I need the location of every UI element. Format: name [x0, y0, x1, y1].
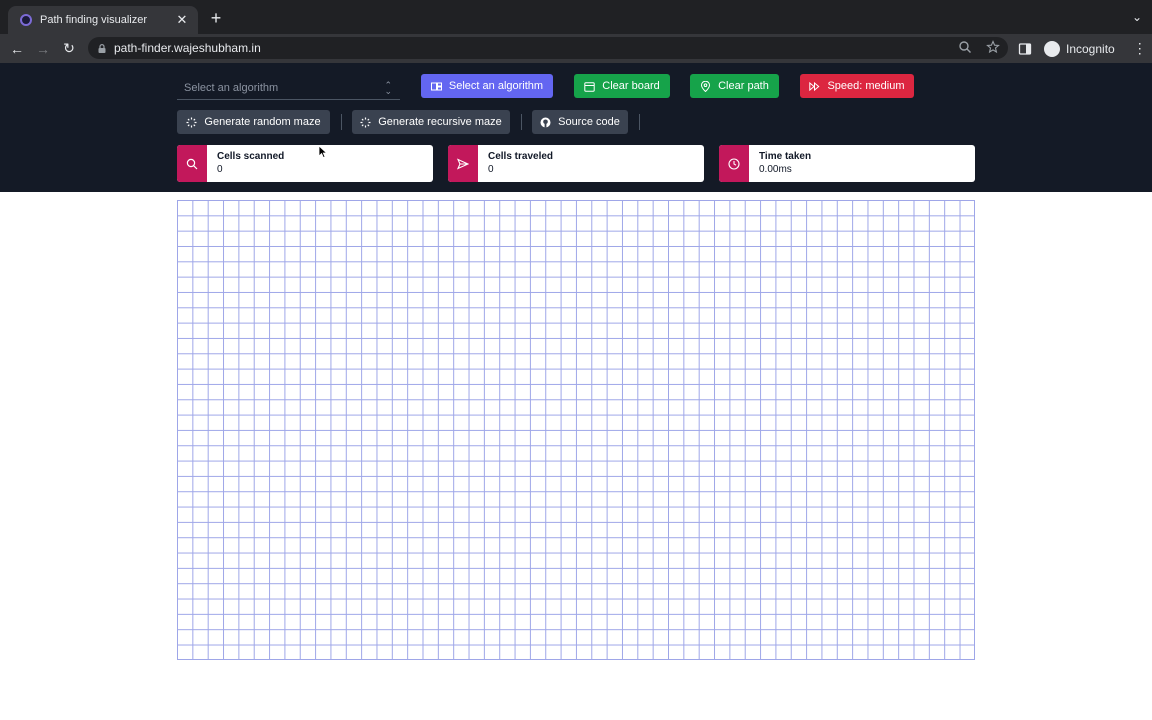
visualize-button-label: Select an algorithm: [448, 80, 544, 92]
tab-title: Path finding visualizer: [40, 14, 148, 26]
generate-recursive-maze-button[interactable]: Generate recursive maze: [352, 110, 510, 134]
url-text: path-finder.wajeshubham.in: [114, 41, 261, 55]
incognito-avatar-icon: [1044, 40, 1060, 57]
browser-menu-icon[interactable]: ⋮: [1127, 40, 1152, 57]
back-arrow-icon[interactable]: ←: [4, 36, 30, 62]
zoom-icon[interactable]: [958, 40, 972, 54]
new-tab-icon[interactable]: +: [207, 9, 225, 27]
loader-icon: [186, 117, 197, 127]
divider: [521, 114, 522, 130]
forward-arrow-icon[interactable]: →: [30, 36, 56, 62]
loader-icon: [360, 117, 371, 127]
map-pin-icon: [701, 80, 711, 92]
recursive-maze-label: Generate recursive maze: [378, 116, 502, 128]
stat-value: 0.00ms: [759, 164, 792, 175]
profile-button[interactable]: Incognito: [1038, 40, 1121, 57]
source-code-button[interactable]: Source code: [532, 110, 628, 134]
source-code-label: Source code: [558, 116, 620, 128]
clear-board-label: Clear board: [602, 80, 660, 92]
stat-cells-traveled: Cells traveled 0: [448, 145, 704, 182]
browser-tab[interactable]: Path finding visualizer ✕: [8, 6, 198, 34]
visualize-icon: [430, 82, 442, 90]
profile-label: Incognito: [1066, 41, 1115, 56]
speed-button[interactable]: Speed: medium: [800, 74, 914, 98]
clear-path-label: Clear path: [718, 80, 769, 92]
tab-favicon-icon: [20, 14, 32, 26]
algorithm-select[interactable]: Select an algorithm ⌃ ⌄: [177, 76, 400, 100]
reload-icon[interactable]: ↻: [56, 36, 82, 62]
stat-label: Time taken: [759, 151, 812, 162]
stat-cells-scanned: Cells scanned 0: [177, 145, 433, 182]
pathfinding-grid[interactable]: [177, 200, 975, 660]
tab-search-chevron-icon[interactable]: ⌄: [1132, 10, 1142, 24]
calendar-icon: [584, 81, 595, 92]
visualize-button[interactable]: Select an algorithm: [421, 74, 553, 98]
clear-path-button[interactable]: Clear path: [690, 74, 779, 98]
stat-value: 0: [217, 164, 223, 175]
tab-close-icon[interactable]: ✕: [174, 12, 190, 28]
random-maze-label: Generate random maze: [204, 116, 321, 128]
stat-time-taken: Time taken 0.00ms: [719, 145, 975, 182]
github-icon: [540, 117, 551, 127]
mouse-cursor-icon: [318, 145, 328, 159]
speed-label: Speed: medium: [827, 80, 905, 92]
search-icon: [177, 145, 207, 182]
send-icon: [448, 145, 478, 182]
divider: [639, 114, 640, 130]
algorithm-select-placeholder: Select an algorithm: [184, 81, 279, 94]
select-updown-icon: ⌃ ⌄: [384, 80, 392, 96]
generate-random-maze-button[interactable]: Generate random maze: [177, 110, 330, 134]
fast-forward-icon: [809, 81, 820, 91]
stat-label: Cells scanned: [217, 151, 285, 162]
browser-tab-strip: Path finding visualizer ✕ + ⌄: [0, 0, 1152, 34]
lock-icon: [98, 43, 106, 53]
side-panel-icon[interactable]: [1018, 42, 1032, 56]
stat-label: Cells traveled: [488, 151, 554, 162]
browser-toolbar: ← → ↻ path-finder.wajeshubham.in Incogni…: [0, 34, 1152, 63]
stat-value: 0: [488, 164, 494, 175]
divider: [341, 114, 342, 130]
bookmark-star-icon[interactable]: [986, 40, 1000, 54]
clock-icon: [719, 145, 749, 182]
clear-board-button[interactable]: Clear board: [574, 74, 670, 98]
address-bar[interactable]: path-finder.wajeshubham.in: [88, 37, 1008, 59]
